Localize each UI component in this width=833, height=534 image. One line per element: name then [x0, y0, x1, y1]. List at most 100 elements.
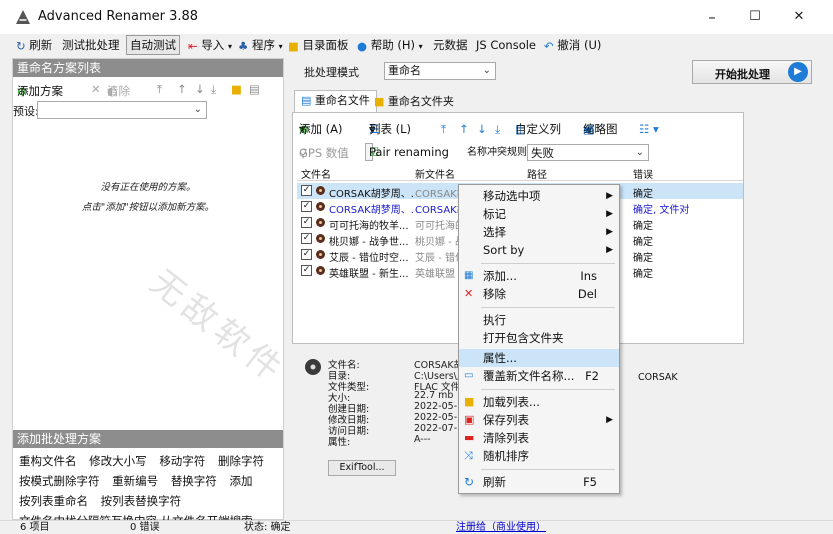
method-remove[interactable]: 删除字符: [218, 454, 264, 468]
move-down-icon[interactable]: ↓: [477, 121, 487, 137]
move-top-icon[interactable]: ⤒: [157, 81, 162, 97]
cell-filename: 英雄联盟 - 新生...: [329, 269, 409, 280]
cell-filename: 桃贝娜 - 战争世...: [329, 237, 409, 248]
move-top-icon[interactable]: ⤒: [441, 121, 446, 137]
add-batch-method-header: 添加批处理方案: [13, 430, 283, 448]
menu-load-list[interactable]: ■ 加载列表...: [459, 393, 619, 411]
cell-error: 确定, 文件对: [633, 205, 690, 216]
method-renumber[interactable]: 重新编号: [112, 474, 158, 488]
metadata-button[interactable]: 元数据: [433, 36, 468, 54]
row-checkbox[interactable]: ✓: [301, 233, 312, 244]
refresh-button[interactable]: ↻ 刷新: [16, 36, 52, 54]
move-up-icon[interactable]: ↑: [177, 81, 187, 97]
audio-file-icon: [305, 359, 321, 375]
undo-button[interactable]: ↶ 撤消 (U): [544, 36, 601, 54]
minimize-button[interactable]: –: [697, 6, 727, 28]
menu-select[interactable]: 选择 ▶: [459, 223, 619, 241]
conflict-rule-select[interactable]: 失败 ⌄: [527, 144, 649, 161]
auto-test-toggle[interactable]: 自动测试: [126, 35, 180, 55]
chevron-down-icon: ▾: [418, 42, 423, 51]
help-menu[interactable]: ● 帮助 (H) ▾: [357, 36, 423, 54]
close-button[interactable]: ✕: [784, 6, 814, 28]
row-checkbox[interactable]: ✓: [301, 265, 312, 276]
cell-error: 确定: [633, 237, 653, 248]
method-restructure[interactable]: 重构文件名: [19, 454, 77, 468]
start-batch-button[interactable]: 开始批处理 ▶: [692, 60, 812, 84]
add-files-icon: ▦: [464, 270, 474, 281]
view-options-menu[interactable]: ☷ ▾: [639, 121, 659, 137]
exiftool-button[interactable]: ExifTool...: [328, 460, 396, 476]
start-batch-label: 开始批处理: [715, 68, 770, 81]
tab-rename-files[interactable]: ▤ 重命名文件: [294, 90, 377, 112]
batch-mode-select[interactable]: 重命名 ⌄: [384, 62, 496, 80]
remove-method-icon[interactable]: ✕: [91, 81, 101, 97]
list-menu[interactable]: ☰ 列表 (L) ▾: [369, 121, 411, 137]
move-down-icon[interactable]: ↓: [195, 81, 205, 97]
main-toolbar: ↻ 刷新 测试批处理 自动测试 ⇤ 导入 ▾ ♣ 程序 ▾ ■ 目录面板 ● 帮…: [0, 34, 833, 56]
cell-filename: 艾辰 - 错位时空...: [329, 253, 409, 264]
chevron-down-icon: ▾: [278, 42, 283, 51]
preset-select[interactable]: ⌄: [37, 101, 207, 119]
method-move[interactable]: 移动字符: [159, 454, 205, 468]
program-menu[interactable]: ♣ 程序 ▾: [238, 36, 283, 54]
move-up-icon[interactable]: ↑: [459, 121, 469, 137]
column-error[interactable]: 错误: [633, 166, 653, 181]
menu-remove[interactable]: ✕ 移除 Del: [459, 285, 619, 303]
preset-label: 预设:: [13, 105, 39, 118]
folder-open-icon: ■: [464, 395, 475, 408]
menu-clear-list[interactable]: ▬ 清除列表: [459, 429, 619, 447]
methods-row-3: 按列表重命名 按列表替换字符: [19, 493, 190, 509]
method-replace[interactable]: 替换字符: [171, 474, 217, 488]
chevron-down-icon: ⌄: [193, 104, 202, 115]
add-files-menu[interactable]: ⊕ 添加 (A) ▾: [299, 121, 343, 137]
column-filename[interactable]: 文件名: [301, 166, 331, 181]
pair-renaming-toggle[interactable]: ☑ Pair renaming: [365, 143, 449, 161]
menu-mark[interactable]: 标记 ▶: [459, 205, 619, 223]
chevron-right-icon: ▶: [606, 209, 613, 219]
menu-refresh[interactable]: ↻ 刷新 F5: [459, 473, 619, 491]
registration-link[interactable]: 注册给（商业使用）: [456, 521, 546, 534]
title-bar: Advanced Renamer 3.88 – ☐ ✕: [0, 0, 833, 34]
method-list-replace[interactable]: 按列表替换字符: [101, 494, 182, 508]
import-menu[interactable]: ⇤ 导入 ▾: [188, 36, 232, 54]
program-icon: ♣: [238, 38, 249, 53]
menu-properties[interactable]: 属性...: [459, 349, 619, 367]
method-list-rename[interactable]: 按列表重命名: [19, 494, 88, 508]
tab-rename-folders[interactable]: ■ 重命名文件夹: [368, 92, 460, 112]
method-add[interactable]: 添加: [229, 474, 252, 488]
menu-random-sort[interactable]: ⤨ 随机排序: [459, 447, 619, 465]
menu-save-list[interactable]: ▣ 保存列表 ▶: [459, 411, 619, 429]
menu-sort-by[interactable]: Sort by ▶: [459, 241, 619, 259]
folder-icon: ■: [374, 95, 385, 108]
menu-overwrite-name[interactable]: ▭ 覆盖新文件名称... F2: [459, 367, 619, 385]
chevron-down-icon: ▾: [227, 42, 232, 51]
status-state: 状态: 确定: [244, 522, 291, 533]
dir-panel-button[interactable]: ■ 目录面板: [288, 36, 349, 54]
menu-open-folder[interactable]: 打开包含文件夹: [459, 329, 619, 347]
cell-error: 确定: [633, 189, 653, 200]
move-bottom-icon[interactable]: ⤓: [211, 81, 216, 97]
js-console-button[interactable]: JS Console: [476, 36, 536, 54]
test-batch-button[interactable]: 测试批处理: [62, 36, 120, 54]
menu-add[interactable]: ▦ 添加... Ins: [459, 267, 619, 285]
maximize-button[interactable]: ☐: [740, 6, 770, 28]
open-preset-icon[interactable]: ■: [231, 81, 242, 97]
menu-separator: [481, 469, 615, 470]
rename-icon: ▭: [464, 370, 474, 381]
row-checkbox[interactable]: ✓: [301, 185, 312, 196]
save-preset-icon[interactable]: ▤: [249, 81, 260, 97]
menu-move-selected[interactable]: 移动选中项 ▶: [459, 187, 619, 205]
column-new-filename[interactable]: 新文件名: [415, 166, 455, 181]
method-remove-pattern[interactable]: 按模式删除字符: [19, 474, 100, 488]
column-path[interactable]: 路径: [527, 166, 547, 181]
method-case[interactable]: 修改大小写: [89, 454, 147, 468]
refresh-icon: ↻: [464, 475, 475, 489]
menu-execute[interactable]: 执行: [459, 311, 619, 329]
move-bottom-icon[interactable]: ⤓: [495, 121, 500, 137]
methods-row-4[interactable]: 文件名中找分隔符互换内容 从文件名开端搜索: [19, 513, 253, 520]
clear-list-icon: ▬: [464, 431, 475, 444]
row-checkbox[interactable]: ✓: [301, 217, 312, 228]
methods-row-1: 重构文件名 修改大小写 移动字符 删除字符: [19, 453, 273, 469]
row-checkbox[interactable]: ✓: [301, 201, 312, 212]
row-checkbox[interactable]: ✓: [301, 249, 312, 260]
